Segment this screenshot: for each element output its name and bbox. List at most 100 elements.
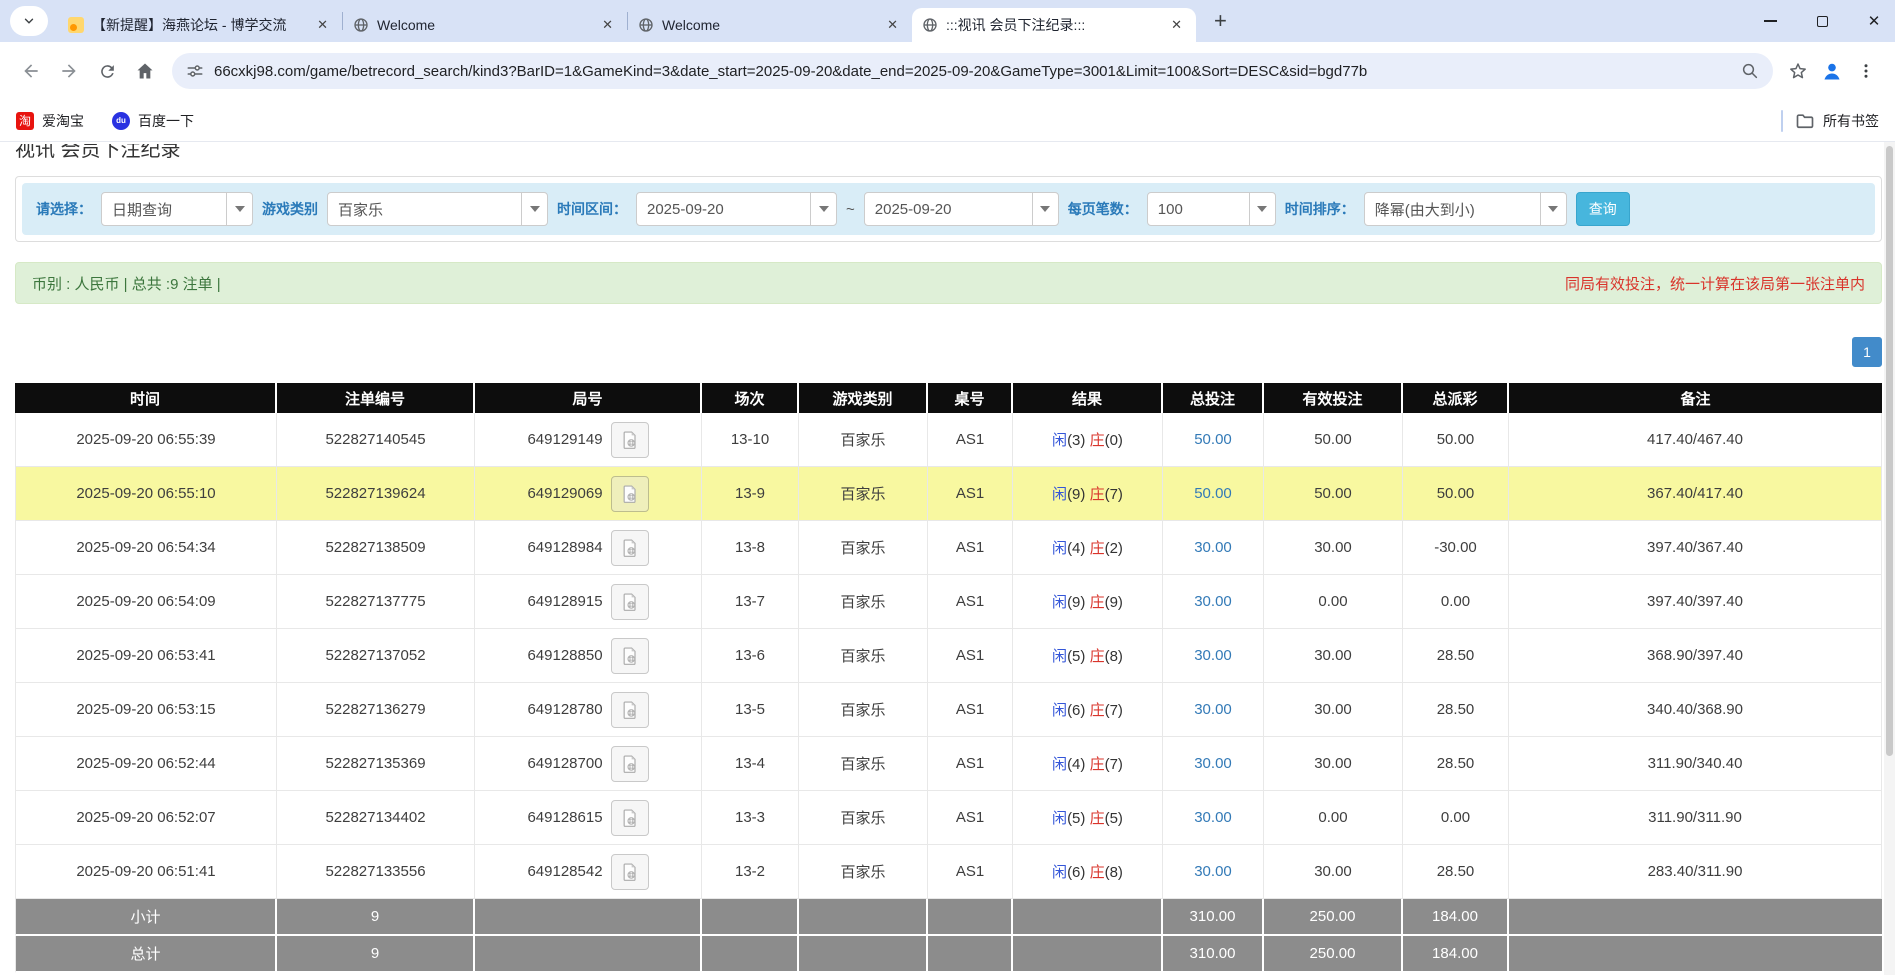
url-text[interactable]: 66cxkj98.com/game/betrecord_search/kind3… — [214, 63, 1731, 80]
banker-score: (7) — [1105, 756, 1123, 773]
footer-empty — [702, 936, 799, 973]
table-body: 2025-09-20 06:55:39 522827140545 6491291… — [15, 413, 1882, 973]
player-label: 闲 — [1052, 594, 1067, 611]
cell-valid-bet: 30.00 — [1264, 629, 1403, 683]
footer-empty — [1509, 899, 1882, 936]
cell-round-id: 649128915 — [475, 575, 702, 629]
tab-welcome-1[interactable]: Welcome ✕ — [343, 8, 627, 42]
search-button[interactable]: 查询 — [1576, 192, 1630, 226]
video-replay-button[interactable] — [611, 476, 649, 512]
bookmark-baidu[interactable]: du 百度一下 — [112, 111, 194, 131]
cell-time: 2025-09-20 06:55:10 — [15, 467, 277, 521]
total-bet-link[interactable]: 30.00 — [1194, 809, 1232, 826]
date-start-select[interactable]: 2025-09-20 — [636, 192, 837, 226]
home-button[interactable] — [126, 52, 164, 90]
video-replay-button[interactable] — [611, 638, 649, 674]
video-replay-button[interactable] — [611, 584, 649, 620]
tab-bet-records-active[interactable]: :::视讯 会员下注纪录::: ✕ — [912, 8, 1196, 42]
new-tab-button[interactable]: + — [1208, 8, 1233, 34]
cell-bet-id: 522827136279 — [277, 683, 475, 737]
footer-empty — [1013, 899, 1163, 936]
globe-icon — [353, 17, 369, 33]
banker-label: 庄 — [1090, 810, 1105, 827]
total-bet-link[interactable]: 50.00 — [1194, 485, 1232, 502]
video-replay-button[interactable] — [611, 800, 649, 836]
chevron-down-icon[interactable] — [1032, 193, 1058, 225]
cell-valid-bet: 50.00 — [1264, 467, 1403, 521]
scrollbar-thumb[interactable] — [1886, 146, 1893, 756]
close-icon[interactable]: ✕ — [1167, 15, 1186, 35]
query-type-select[interactable]: 日期查询 — [101, 192, 253, 226]
footer-empty — [475, 899, 702, 936]
back-arrow-icon — [21, 61, 41, 81]
rule-note-text: 同局有效投注，统一计算在该局第一张注单内 — [1565, 273, 1865, 294]
info-bar: 币别 : 人民币 | 总共 :9 注单 | 同局有效投注，统一计算在该局第一张注… — [15, 262, 1882, 304]
cell-session: 13-5 — [702, 683, 799, 737]
video-replay-button[interactable] — [611, 746, 649, 782]
col-round-id: 局号 — [475, 383, 702, 413]
back-button[interactable] — [12, 52, 50, 90]
video-file-icon — [620, 862, 640, 882]
zoom-icon[interactable] — [1741, 62, 1759, 80]
pagination-page-1[interactable]: 1 — [1852, 337, 1882, 367]
close-icon[interactable]: ✕ — [883, 15, 902, 35]
close-icon[interactable]: ✕ — [598, 15, 617, 35]
cell-payout: 50.00 — [1403, 467, 1509, 521]
tab-welcome-2[interactable]: Welcome ✕ — [628, 8, 912, 42]
total-bet-link[interactable]: 30.00 — [1194, 647, 1232, 664]
table-row: 2025-09-20 06:55:10 522827139624 6491290… — [15, 467, 1882, 521]
chevron-down-icon[interactable] — [810, 193, 836, 225]
window-maximize-button[interactable] — [1809, 8, 1835, 34]
bookmark-star-button[interactable] — [1781, 54, 1815, 88]
game-kind-select[interactable]: 百家乐 — [327, 192, 548, 226]
total-bet-link[interactable]: 30.00 — [1194, 863, 1232, 880]
cell-result: 闲(5) 庄(5) — [1013, 791, 1163, 845]
chevron-down-icon[interactable] — [521, 193, 547, 225]
close-icon[interactable]: ✕ — [313, 15, 332, 35]
table-row: 2025-09-20 06:52:44 522827135369 6491287… — [15, 737, 1882, 791]
total-bet-link[interactable]: 30.00 — [1194, 701, 1232, 718]
tab-search-button[interactable] — [10, 6, 48, 36]
site-settings-icon[interactable] — [186, 62, 204, 80]
browser-menu-button[interactable] — [1849, 54, 1883, 88]
tab-title: 【新提醒】海燕论坛 - 博学交流 — [92, 15, 305, 35]
video-replay-button[interactable] — [611, 854, 649, 890]
query-type-value: 日期查询 — [102, 199, 226, 220]
video-replay-button[interactable] — [611, 422, 649, 458]
page-scrollbar[interactable] — [1884, 142, 1895, 975]
total-bet-link[interactable]: 30.00 — [1194, 539, 1232, 556]
cell-game-kind: 百家乐 — [799, 737, 928, 791]
profile-avatar-button[interactable] — [1815, 54, 1849, 88]
date-end-select[interactable]: 2025-09-20 — [864, 192, 1059, 226]
cell-round-id: 649128542 — [475, 845, 702, 899]
sort-select[interactable]: 降幂(由大到小) — [1364, 192, 1567, 226]
player-score: (5) — [1067, 810, 1085, 827]
bookmark-taobao[interactable]: 淘 爱淘宝 — [16, 111, 84, 131]
total-bet-link[interactable]: 30.00 — [1194, 755, 1232, 772]
video-file-icon — [620, 592, 640, 612]
chevron-down-icon[interactable] — [226, 193, 252, 225]
page-size-select[interactable]: 100 — [1147, 192, 1276, 226]
video-replay-button[interactable] — [611, 692, 649, 728]
pagination: 1 — [15, 337, 1882, 367]
player-score: (6) — [1067, 702, 1085, 719]
reload-button[interactable] — [88, 52, 126, 90]
all-bookmarks-button[interactable]: 所有书签 — [1795, 111, 1879, 131]
baidu-icon: du — [112, 112, 130, 130]
url-bar[interactable]: 66cxkj98.com/game/betrecord_search/kind3… — [172, 53, 1773, 89]
window-minimize-button[interactable] — [1757, 8, 1783, 34]
cell-bet-id: 522827138509 — [277, 521, 475, 575]
banker-label: 庄 — [1090, 756, 1105, 773]
video-replay-button[interactable] — [611, 530, 649, 566]
total-bet-link[interactable]: 30.00 — [1194, 593, 1232, 610]
three-dot-menu-icon — [1857, 62, 1875, 80]
cell-bet-id: 522827139624 — [277, 467, 475, 521]
total-bet-link[interactable]: 50.00 — [1194, 431, 1232, 448]
tab-forum[interactable]: 【新提醒】海燕论坛 - 博学交流 ✕ — [58, 8, 342, 42]
window-close-button[interactable]: ✕ — [1861, 8, 1887, 34]
chevron-down-icon[interactable] — [1540, 193, 1566, 225]
page-size-value: 100 — [1148, 201, 1249, 218]
player-label: 闲 — [1052, 540, 1067, 557]
forward-button[interactable] — [50, 52, 88, 90]
chevron-down-icon[interactable] — [1249, 193, 1275, 225]
